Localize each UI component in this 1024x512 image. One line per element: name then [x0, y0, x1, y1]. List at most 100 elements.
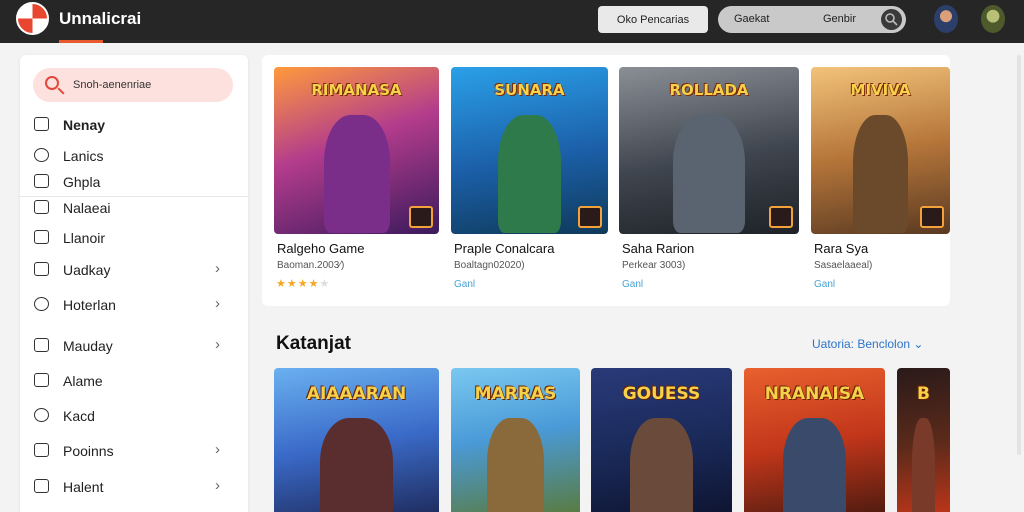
- game-cover-image[interactable]: B: [897, 368, 950, 512]
- app-logo-icon[interactable]: [16, 2, 49, 35]
- sidebar-item[interactable]: Alame: [20, 368, 248, 394]
- chevron-right-icon: ›: [215, 336, 220, 353]
- game-subtitle: Sasaelaaeal): [814, 260, 873, 271]
- sidebar-item-label: Nalaeai: [63, 200, 111, 216]
- game-link[interactable]: Ganl: [814, 279, 835, 290]
- chat-icon: [34, 148, 49, 162]
- sidebar-item-label: Ghpla: [63, 174, 101, 190]
- game-link[interactable]: Ganl: [454, 279, 475, 290]
- card-icon: [34, 443, 49, 457]
- game-cover-image[interactable]: AIAAARAN: [274, 368, 439, 512]
- game-cover-title: ROLLADA: [669, 81, 749, 99]
- chevron-right-icon: ›: [215, 477, 220, 494]
- game-subtitle: Boaltagn02020): [454, 260, 525, 271]
- game-title[interactable]: Rara Sya: [814, 241, 868, 256]
- sidebar-item[interactable]: Ghpla: [20, 169, 248, 195]
- game-card[interactable]: MIVIVA Rara Sya Sasaelaaeal) Ganl: [811, 67, 950, 297]
- game-character-art: [911, 418, 936, 512]
- sidebar-item-label: Halent: [63, 479, 104, 495]
- game-card[interactable]: RIMANASA Ralgeho Game Baoman.2003⁄) ★★★★★: [274, 67, 439, 297]
- game-character-art: [320, 418, 393, 512]
- sidebar-item[interactable]: Llanoir: [20, 225, 248, 251]
- chevron-down-icon: ⌄: [913, 337, 924, 351]
- rating-stars: ★★★★★: [276, 278, 331, 290]
- game-character-art: [630, 418, 693, 512]
- clock-icon: [34, 408, 49, 422]
- avatar[interactable]: [934, 5, 958, 33]
- sidebar-item-label: Uadkay: [63, 262, 111, 278]
- chevron-right-icon: ›: [215, 295, 220, 312]
- top-action-button[interactable]: Oko Pencarias: [598, 6, 708, 33]
- tag-icon: [34, 230, 49, 244]
- sidebar-item[interactable]: Kacd: [20, 403, 248, 429]
- game-character-art: [673, 115, 745, 233]
- game-card[interactable]: SUNARA Praple Conalcara Boaltagn02020) Ganl: [451, 67, 608, 297]
- game-cover-image[interactable]: GOUESS: [591, 368, 732, 512]
- game-cover-title: GOUESS: [622, 384, 701, 404]
- avatar[interactable]: [981, 5, 1005, 33]
- section-view-all-link[interactable]: Uatoria: Benclolon ⌄: [812, 337, 923, 351]
- app-title[interactable]: Unnalicrai: [59, 9, 141, 29]
- game-title[interactable]: Ralgeho Game: [277, 241, 364, 256]
- game-cover-title: MARRAS: [474, 384, 557, 404]
- game-cover-image[interactable]: RIMANASA: [274, 67, 439, 234]
- game-cover-title: MIVIVA: [850, 81, 911, 99]
- platform-badge-icon: [578, 206, 602, 228]
- top-search-bar[interactable]: Gaekat Genbir: [718, 6, 906, 33]
- sidebar-item-label: Llanoir: [63, 230, 106, 246]
- game-title[interactable]: Praple Conalcara: [454, 241, 554, 256]
- sidebar-item[interactable]: Mauday ›: [20, 333, 248, 359]
- section-title: Katanjat: [276, 333, 351, 354]
- home-icon: [34, 117, 49, 131]
- sidebar-item[interactable]: Nenay: [20, 112, 248, 138]
- chevron-right-icon: ›: [215, 441, 220, 458]
- platform-badge-icon: [409, 206, 433, 228]
- game-link[interactable]: Ganl: [622, 279, 643, 290]
- game-cover-image[interactable]: MARRAS: [451, 368, 580, 512]
- game-cover-image[interactable]: SUNARA: [451, 67, 608, 234]
- game-cover-title: SUNARA: [494, 81, 565, 99]
- game-cover-image[interactable]: MIVIVA: [811, 67, 950, 234]
- sidebar-item[interactable]: Nalaeai: [20, 195, 248, 221]
- scrollbar[interactable]: [1017, 55, 1021, 455]
- game-character-art: [852, 115, 909, 233]
- section-link-label: Uatoria: Benclolon: [812, 337, 911, 351]
- sidebar-item[interactable]: Lanics: [20, 143, 248, 169]
- sidebar-item-label: Kacd: [63, 408, 95, 424]
- game-title[interactable]: Saha Rarion: [622, 241, 694, 256]
- game-character-art: [487, 418, 544, 512]
- game-cover-title: B: [917, 384, 930, 404]
- sidebar-item-label: Alame: [63, 373, 103, 389]
- game-character-art: [498, 115, 561, 233]
- game-subtitle: Perkear 3003): [622, 260, 686, 271]
- sidebar-item-label: Nenay: [63, 117, 106, 133]
- bag-icon: [34, 479, 49, 493]
- game-card[interactable]: ROLLADA Saha Rarion Perkear 3003) Ganl: [619, 67, 799, 297]
- sidebar-item[interactable]: Uadkay ›: [20, 257, 248, 283]
- sidebar-item[interactable]: Halent ›: [20, 474, 248, 500]
- sidebar-item-label: Mauday: [63, 338, 113, 354]
- chevron-right-icon: ›: [215, 260, 220, 277]
- game-cover-image[interactable]: ROLLADA: [619, 67, 799, 234]
- game-cover-title: AIAAARAN: [306, 384, 407, 404]
- calendar-icon: [34, 262, 49, 276]
- sidebar-item[interactable]: Hoterlan ›: [20, 292, 248, 318]
- folder-icon: [34, 200, 49, 214]
- top-bar: Unnalicrai Oko Pencarias Gaekat Genbir: [0, 0, 1024, 43]
- game-cover-title: NRANAISA: [764, 384, 865, 404]
- search-icon[interactable]: [881, 9, 902, 30]
- search-left-label: Gaekat: [734, 13, 770, 25]
- search-icon: [45, 76, 59, 90]
- sidebar-item-label: Hoterlan: [63, 297, 116, 313]
- active-tab-indicator: [59, 40, 103, 43]
- sidebar-search-input[interactable]: Snoh-aenenriae: [33, 68, 233, 102]
- target-icon: [34, 297, 49, 311]
- sidebar-item[interactable]: Pooinns ›: [20, 438, 248, 464]
- game-cover-title: RIMANASA: [311, 81, 402, 99]
- game-cover-image[interactable]: NRANAISA: [744, 368, 885, 512]
- search-right-label: Genbir: [823, 13, 857, 25]
- sidebar-search-placeholder: Snoh-aenenriae: [73, 79, 152, 91]
- sidebar-item-label: Pooinns: [63, 443, 114, 459]
- game-character-art: [323, 115, 390, 233]
- box-icon: [34, 373, 49, 387]
